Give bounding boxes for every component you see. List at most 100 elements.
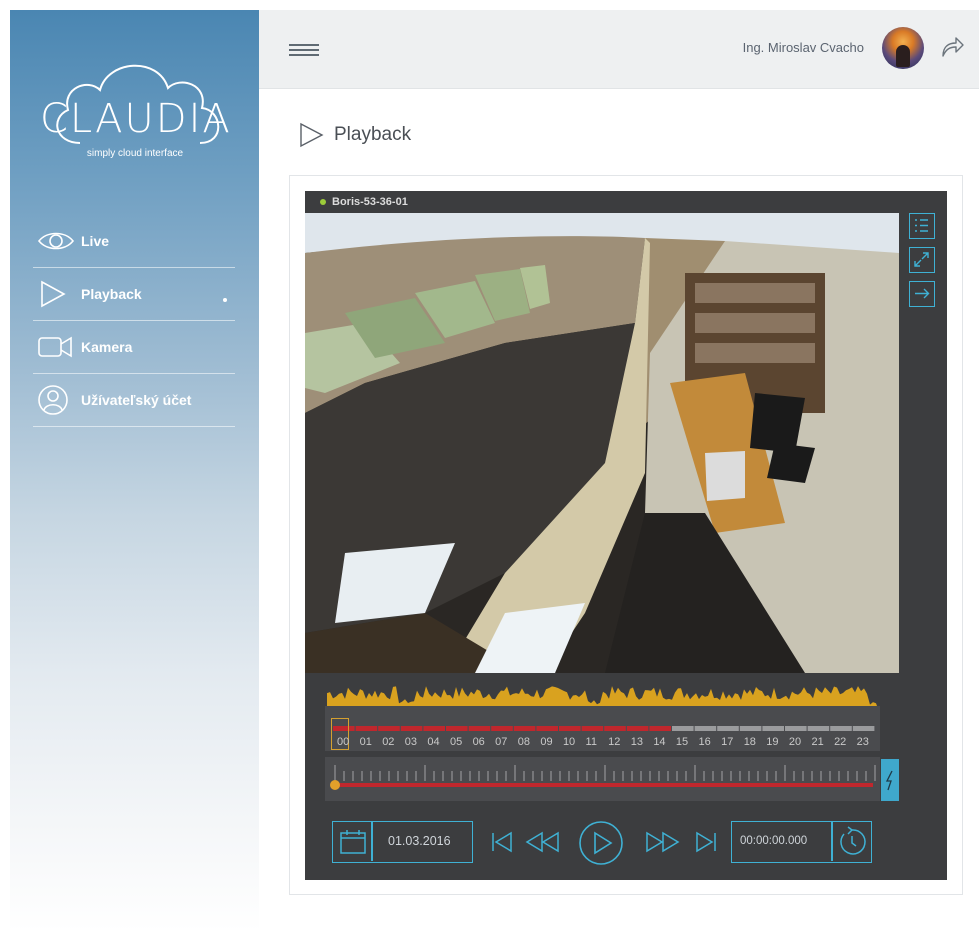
- hour-label[interactable]: 04: [427, 736, 450, 748]
- hour-segment[interactable]: [785, 726, 807, 731]
- hour-label[interactable]: 15: [676, 736, 699, 748]
- fast-forward-icon[interactable]: [644, 831, 680, 857]
- play-icon: [300, 122, 324, 148]
- hour-label[interactable]: 14: [653, 736, 676, 748]
- hour-segment[interactable]: [739, 726, 762, 731]
- play-button[interactable]: [578, 820, 624, 870]
- minute-scrubber[interactable]: [325, 757, 880, 801]
- video-frame[interactable]: [305, 213, 899, 673]
- hour-segment[interactable]: [536, 726, 558, 731]
- time-value: 00:00:00.000: [740, 835, 808, 847]
- hour-segment[interactable]: [762, 726, 784, 731]
- hour-label[interactable]: 12: [608, 736, 631, 748]
- user-name[interactable]: Ing. Miroslav Cvacho: [743, 40, 864, 55]
- hour-segment[interactable]: [672, 726, 694, 731]
- claudia-logo[interactable]: CLAUDIA simply cloud interface: [40, 48, 230, 173]
- hour-label[interactable]: 22: [834, 736, 857, 748]
- brand-name: CLAUDIA: [40, 96, 232, 142]
- rewind-icon[interactable]: [525, 831, 561, 857]
- hour-segment[interactable]: [581, 726, 604, 731]
- hour-label[interactable]: 17: [721, 736, 744, 748]
- hour-label[interactable]: 01: [360, 736, 383, 748]
- hour-label[interactable]: 20: [789, 736, 812, 748]
- hour-segment[interactable]: [355, 726, 378, 731]
- video-player: Boris-53-36-01 00 01 02 03 04 05 06 07 0…: [305, 191, 947, 880]
- playback-controls: 01.03.2016 00:00:00.000: [332, 821, 872, 865]
- calendar-icon: [340, 830, 366, 854]
- date-picker[interactable]: 01.03.2016: [332, 821, 473, 863]
- active-indicator: [223, 298, 227, 302]
- sidebar-nav: Live Playback Kamera Užívateľský účet: [33, 215, 235, 427]
- camera-icon: [37, 329, 81, 365]
- scrubber-track: [330, 765, 876, 790]
- hour-label[interactable]: 06: [473, 736, 496, 748]
- hour-label[interactable]: 00: [337, 736, 360, 748]
- sidebar-item-account[interactable]: Užívateľský účet: [33, 374, 235, 427]
- sidebar-item-label: Live: [81, 233, 110, 249]
- hour-label[interactable]: 19: [766, 736, 789, 748]
- hour-segment[interactable]: [423, 726, 445, 731]
- share-arrow-icon[interactable]: [941, 36, 965, 58]
- hour-segment[interactable]: [807, 726, 830, 731]
- time-field[interactable]: 00:00:00.000: [731, 821, 872, 863]
- user-icon: [37, 382, 81, 418]
- hour-label[interactable]: 08: [518, 736, 541, 748]
- hour-label[interactable]: 21: [811, 736, 834, 748]
- status-dot: [320, 199, 326, 205]
- hour-label[interactable]: 05: [450, 736, 473, 748]
- hour-segment[interactable]: [468, 726, 491, 731]
- hour-label[interactable]: 23: [857, 736, 880, 748]
- top-bar: Ing. Miroslav Cvacho: [259, 10, 979, 89]
- hour-label[interactable]: 03: [405, 736, 428, 748]
- date-value: 01.03.2016: [388, 834, 451, 848]
- hour-segment[interactable]: [852, 726, 875, 731]
- hour-label[interactable]: 10: [563, 736, 586, 748]
- fullscreen-icon[interactable]: [909, 247, 935, 273]
- hour-segment[interactable]: [491, 726, 513, 731]
- brand-tagline: simply cloud interface: [86, 148, 184, 159]
- play-icon: [37, 276, 81, 312]
- hour-label[interactable]: 18: [744, 736, 767, 748]
- sidebar-item-label: Playback: [81, 286, 142, 302]
- skip-start-icon[interactable]: [490, 831, 514, 857]
- camera-name: Boris-53-36-01: [332, 196, 408, 208]
- sidebar-item-playback[interactable]: Playback: [33, 268, 235, 321]
- hour-label[interactable]: 13: [631, 736, 654, 748]
- sidebar-item-kamera[interactable]: Kamera: [33, 321, 235, 374]
- exit-icon[interactable]: [909, 281, 935, 307]
- hour-segment[interactable]: [717, 726, 739, 731]
- hour-segment[interactable]: [446, 726, 468, 731]
- hour-segment[interactable]: [694, 726, 717, 731]
- hour-labels: 00 01 02 03 04 05 06 07 08 09 10 11 12 13 14 15 16 17 18 19…: [337, 736, 879, 748]
- hamburger-icon[interactable]: [289, 44, 319, 56]
- page-title: Playback: [298, 122, 411, 148]
- side-toolbar: [909, 213, 937, 315]
- sidebar-item-live[interactable]: Live: [33, 215, 235, 268]
- hours-timeline[interactable]: 00 01 02 03 04 05 06 07 08 09 10 11 12 13 14 15 16 17 18 19…: [325, 706, 880, 751]
- hour-segment[interactable]: [378, 726, 400, 731]
- list-icon[interactable]: [909, 213, 935, 239]
- hour-segment[interactable]: [649, 726, 671, 731]
- hour-label[interactable]: 11: [586, 736, 609, 748]
- lightning-icon[interactable]: [881, 759, 899, 801]
- reset-time-icon[interactable]: [835, 825, 869, 859]
- avatar[interactable]: [882, 27, 924, 69]
- hour-segment[interactable]: [513, 726, 536, 731]
- skip-end-icon[interactable]: [694, 831, 718, 857]
- activity-waveform: [327, 686, 877, 706]
- hour-label[interactable]: 09: [540, 736, 563, 748]
- sidebar: CLAUDIA simply cloud interface Live Play…: [10, 10, 259, 932]
- hour-label[interactable]: 07: [495, 736, 518, 748]
- hour-segment[interactable]: [830, 726, 852, 731]
- sidebar-item-label: Užívateľský účet: [81, 392, 192, 408]
- hour-label[interactable]: 16: [699, 736, 722, 748]
- camera-feed-image: [305, 213, 899, 673]
- sidebar-item-label: Kamera: [81, 339, 133, 355]
- page-title-text: Playback: [334, 124, 412, 145]
- hour-label[interactable]: 02: [382, 736, 405, 748]
- hour-segment[interactable]: [559, 726, 581, 731]
- eye-icon: [37, 223, 81, 259]
- hour-segment[interactable]: [626, 726, 649, 731]
- hour-segment[interactable]: [604, 726, 626, 731]
- hour-segment[interactable]: [400, 726, 423, 731]
